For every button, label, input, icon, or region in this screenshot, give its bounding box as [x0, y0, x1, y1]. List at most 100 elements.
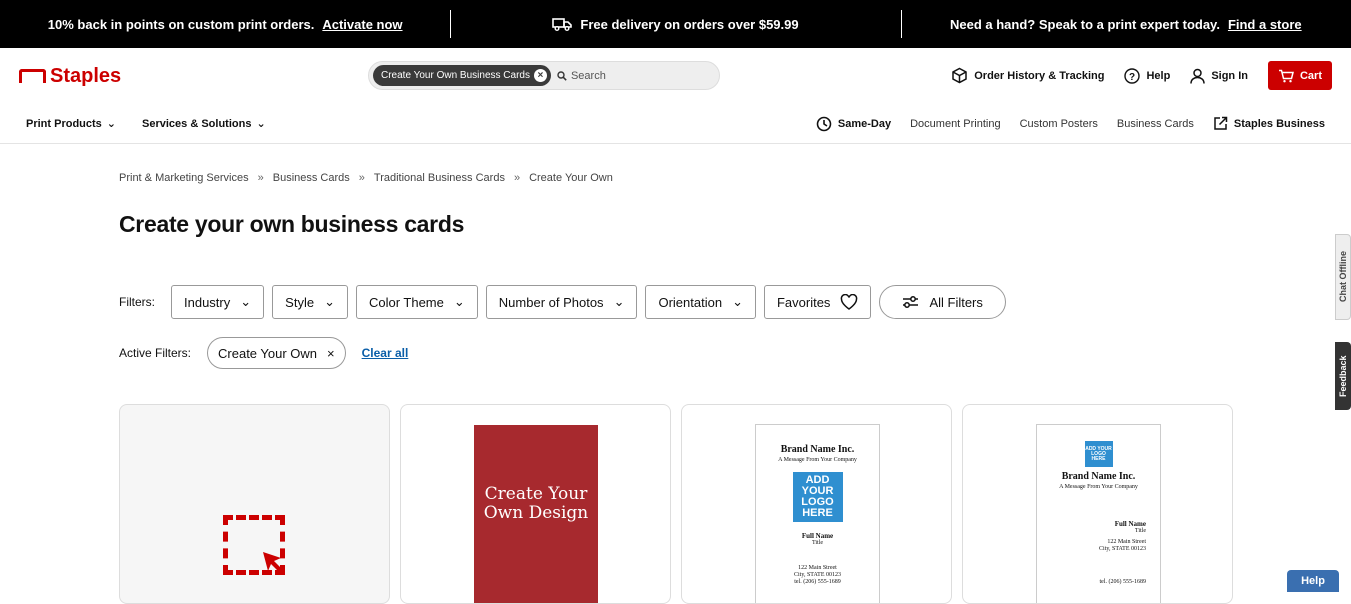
- page-title: Create your own business cards: [119, 211, 465, 237]
- breadcrumb: Print & Marketing Services » Business Ca…: [119, 172, 613, 184]
- feedback-tab[interactable]: Feedback: [1335, 342, 1351, 410]
- business-cards-link[interactable]: Business Cards: [1117, 118, 1194, 130]
- nav-quick-links: Same-Day Document Printing Custom Poster…: [816, 116, 1325, 132]
- card-message: A Message From Your Company: [778, 457, 857, 463]
- chevron-down-icon: ⌄: [732, 294, 743, 309]
- search-placeholder: Search: [570, 69, 606, 82]
- search-bar[interactable]: Create Your Own Business Cards × Search: [368, 61, 720, 90]
- search-icon: [557, 70, 567, 81]
- sign-in-label: Sign In: [1211, 69, 1248, 82]
- sign-in-link[interactable]: Sign In: [1190, 68, 1248, 84]
- card-message: A Message From Your Company: [1059, 484, 1138, 490]
- breadcrumb-current: Create Your Own: [529, 172, 613, 184]
- staples-logo-text: Staples: [50, 64, 122, 87]
- same-day-link[interactable]: Same-Day: [816, 116, 891, 132]
- filter-favorites-label: Favorites: [776, 294, 831, 310]
- breadcrumb-item[interactable]: Traditional Business Cards: [374, 172, 505, 184]
- card-phone: tel. (206) 555-1689: [1099, 579, 1147, 585]
- filter-style[interactable]: Style ⌄: [272, 285, 348, 319]
- product-card[interactable]: Brand Name Inc. A Message From Your Comp…: [681, 404, 952, 604]
- print-products-menu[interactable]: Print Products ⌄: [26, 117, 117, 131]
- create-your-own-card[interactable]: [119, 404, 390, 604]
- product-card[interactable]: Create Your Own Design: [400, 404, 671, 604]
- box-icon: [952, 67, 967, 84]
- filter-number-of-photos-label: Number of Photos: [498, 294, 604, 310]
- activate-now-link[interactable]: Activate now: [322, 17, 402, 32]
- filter-color-theme[interactable]: Color Theme ⌄: [355, 285, 478, 319]
- help-link[interactable]: ? Help: [1124, 67, 1171, 84]
- nav-menus: Print Products ⌄ Services & Solutions ⌄: [26, 117, 266, 131]
- chat-offline-label: Chat Offline: [1338, 251, 1348, 303]
- card-title: Title: [811, 540, 824, 546]
- active-filters-row: Active Filters: Create Your Own × Clear …: [119, 337, 408, 369]
- search-chip[interactable]: Create Your Own Business Cards ×: [373, 65, 551, 86]
- user-icon: [1190, 68, 1206, 84]
- card-brand-name: Brand Name Inc.: [780, 444, 855, 455]
- cart-button[interactable]: Cart: [1267, 61, 1332, 90]
- filter-color-theme-label: Color Theme: [368, 294, 444, 310]
- search-chip-close-icon[interactable]: ×: [533, 69, 547, 82]
- active-filters-label: Active Filters:: [119, 346, 192, 360]
- filters-row: Filters: Industry ⌄ Style ⌄ Color Theme ⌄ N…: [119, 285, 1006, 319]
- card-address-line: City, STATE 00123: [1099, 546, 1146, 552]
- filter-number-of-photos[interactable]: Number of Photos ⌄: [485, 285, 638, 319]
- search-input[interactable]: Search: [557, 70, 606, 82]
- active-filter-chip[interactable]: Create Your Own ×: [207, 337, 346, 369]
- sliders-icon: [903, 296, 919, 308]
- help-label: Help: [1146, 69, 1171, 82]
- card-address-line: City, STATE 00123: [794, 572, 841, 578]
- feedback-label: Feedback: [1338, 355, 1348, 397]
- order-history-link[interactable]: Order History & Tracking: [951, 67, 1104, 84]
- chevron-down-icon: ⌄: [613, 294, 625, 309]
- product-grid: Create Your Own Design Brand Name Inc. A…: [119, 404, 1233, 604]
- card-brand-name: Brand Name Inc.: [1061, 471, 1136, 482]
- red-card-preview: Create Your Own Design: [474, 425, 598, 603]
- filter-orientation[interactable]: Orientation ⌄: [645, 285, 756, 319]
- truck-icon: [552, 18, 573, 31]
- chat-offline-tab[interactable]: Chat Offline: [1335, 234, 1351, 320]
- chevron-down-icon: ⌄: [106, 118, 117, 130]
- help-chat-button[interactable]: Help: [1287, 570, 1339, 592]
- heart-icon: [841, 294, 858, 310]
- all-filters-label: All Filters: [929, 294, 983, 310]
- breadcrumb-separator: »: [513, 172, 521, 184]
- staples-logo[interactable]: Staples: [19, 65, 121, 88]
- product-card[interactable]: ADD YOUR LOGO HERE Brand Name Inc. A Mes…: [962, 404, 1233, 604]
- document-printing-link[interactable]: Document Printing: [910, 118, 1001, 130]
- close-icon[interactable]: ×: [327, 346, 335, 361]
- filter-favorites[interactable]: Favorites: [763, 285, 872, 319]
- card-full-name: Full Name: [801, 532, 834, 540]
- services-menu[interactable]: Services & Solutions ⌄: [142, 117, 266, 131]
- filter-orientation-label: Orientation: [658, 294, 723, 310]
- chevron-down-icon: ⌄: [256, 118, 266, 130]
- site-header: Staples Create Your Own Business Cards ×…: [0, 48, 1351, 104]
- staples-business-link[interactable]: Staples Business: [1213, 116, 1325, 131]
- search-chip-label: Create Your Own Business Cards: [381, 70, 530, 81]
- breadcrumb-item[interactable]: Print & Marketing Services: [119, 172, 249, 184]
- breadcrumb-separator: »: [358, 172, 365, 184]
- active-filter-chip-label: Create Your Own: [218, 345, 318, 361]
- services-label: Services & Solutions: [142, 117, 252, 130]
- promo-expert-text: Need a hand? Speak to a print expert tod…: [950, 16, 1220, 32]
- chevron-down-icon: ⌄: [324, 294, 335, 309]
- breadcrumb-item[interactable]: Business Cards: [273, 172, 350, 184]
- custom-posters-link[interactable]: Custom Posters: [1020, 118, 1098, 130]
- card-phone: tel. (206) 555-1689: [794, 579, 841, 585]
- card-address-line: 122 Main Street: [798, 565, 837, 571]
- all-filters-button[interactable]: All Filters: [879, 285, 1006, 319]
- promo-delivery: Free delivery on orders over $59.99: [450, 0, 900, 48]
- header-links: Order History & Tracking ? Help Sign In …: [951, 61, 1332, 90]
- logo-placeholder: ADD YOUR LOGO HERE: [1084, 441, 1113, 467]
- filters-label: Filters:: [119, 295, 155, 309]
- chevron-down-icon: ⌄: [240, 294, 252, 309]
- staples-logo-mark: [19, 69, 46, 83]
- filter-industry[interactable]: Industry ⌄: [171, 285, 265, 319]
- clear-all-link[interactable]: Clear all: [362, 346, 409, 360]
- same-day-label: Same-Day: [837, 117, 892, 130]
- promo-bar: 10% back in points on custom print order…: [0, 0, 1351, 48]
- business-card-preview: ADD YOUR LOGO HERE Brand Name Inc. A Mes…: [1036, 424, 1161, 603]
- promo-points: 10% back in points on custom print order…: [0, 0, 450, 48]
- business-card-preview: Brand Name Inc. A Message From Your Comp…: [755, 424, 880, 603]
- find-a-store-link[interactable]: Find a store: [1228, 17, 1302, 32]
- chevron-down-icon: ⌄: [453, 294, 465, 309]
